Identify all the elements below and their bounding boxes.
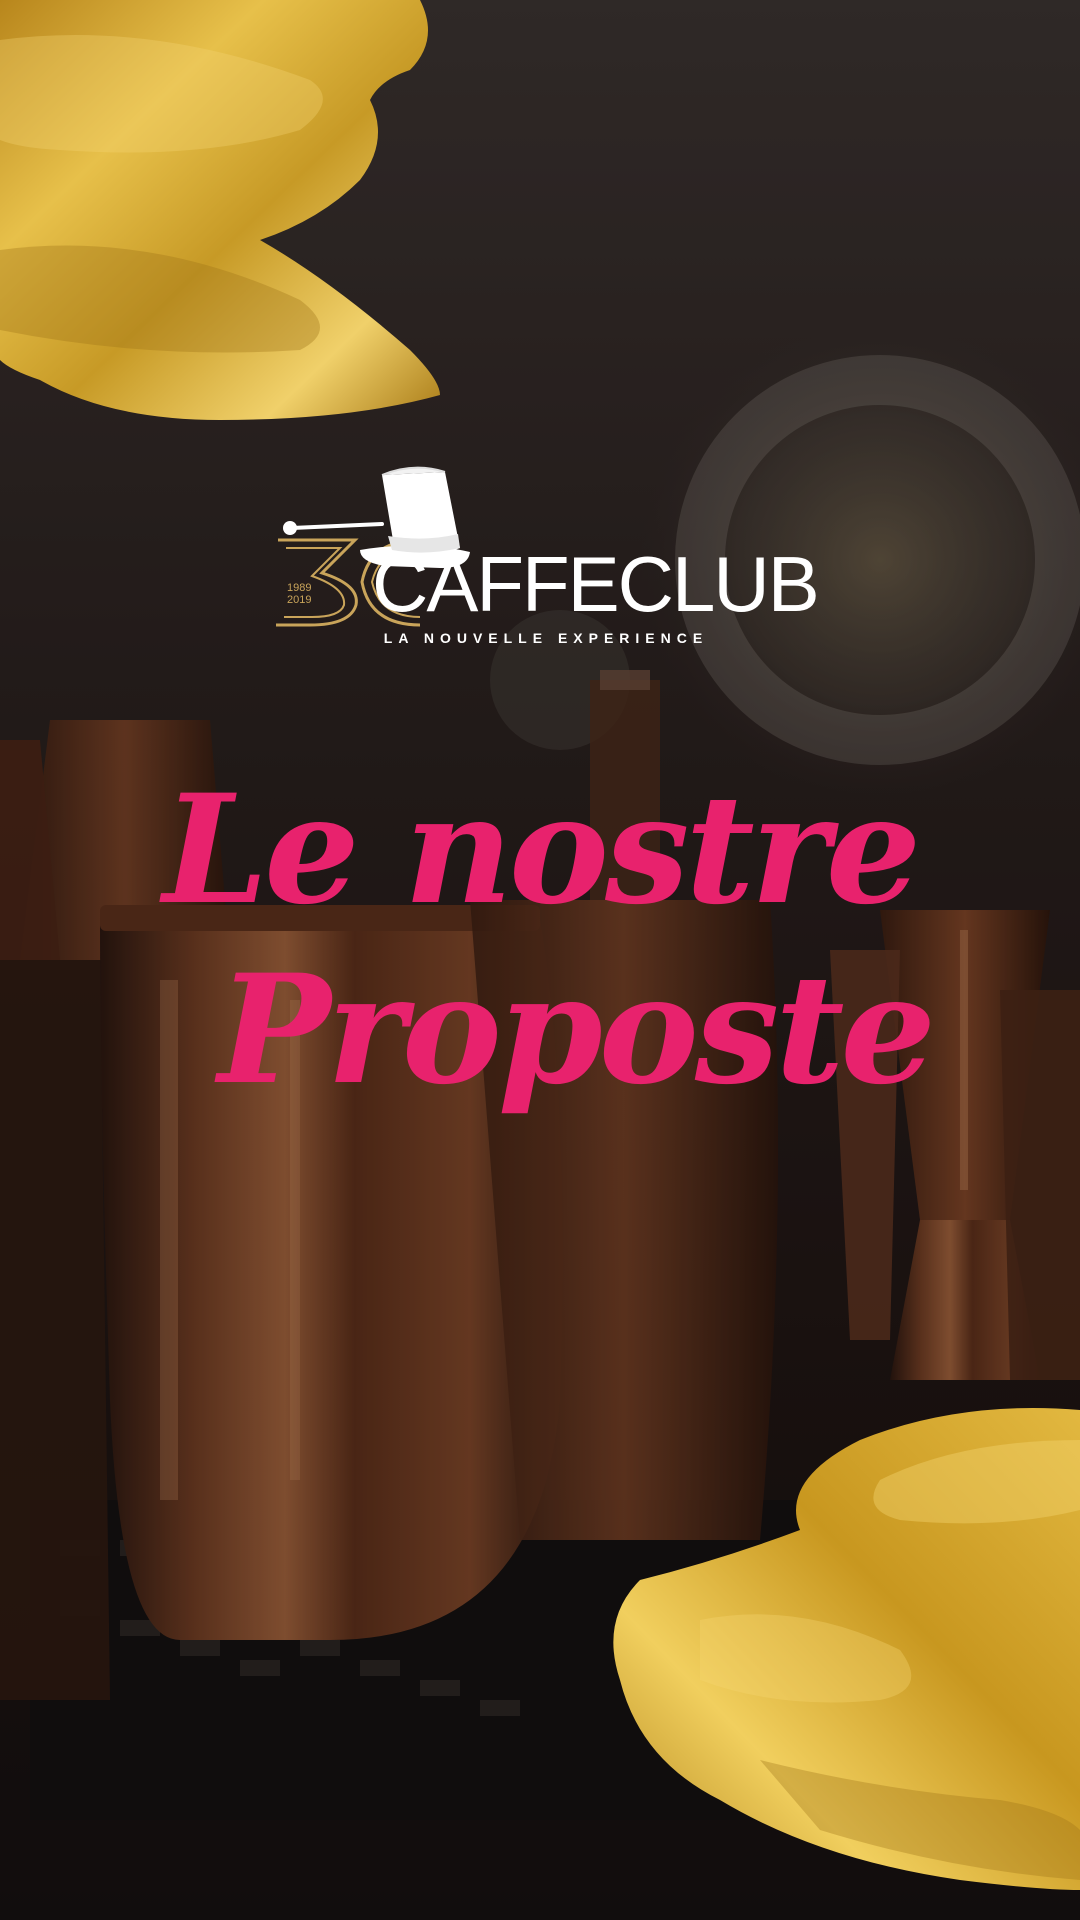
- years-start: 1989: [287, 582, 312, 594]
- headline-line-1: Le nostre: [162, 762, 921, 938]
- anniversary-years: 1989 2019: [287, 582, 311, 606]
- brand-tagline: LA NOUVELLE EXPERIENCE: [383, 630, 709, 646]
- story-canvas: CAFFECLUB 1989 2019 LA NOUVELLE EXPERIEN…: [0, 0, 1080, 1920]
- headline: Le nostre Proposte: [0, 760, 1080, 1120]
- brand-name: CAFFECLUB: [372, 540, 820, 628]
- headline-line-2: Proposte: [218, 942, 936, 1118]
- years-end: 2019: [287, 594, 312, 606]
